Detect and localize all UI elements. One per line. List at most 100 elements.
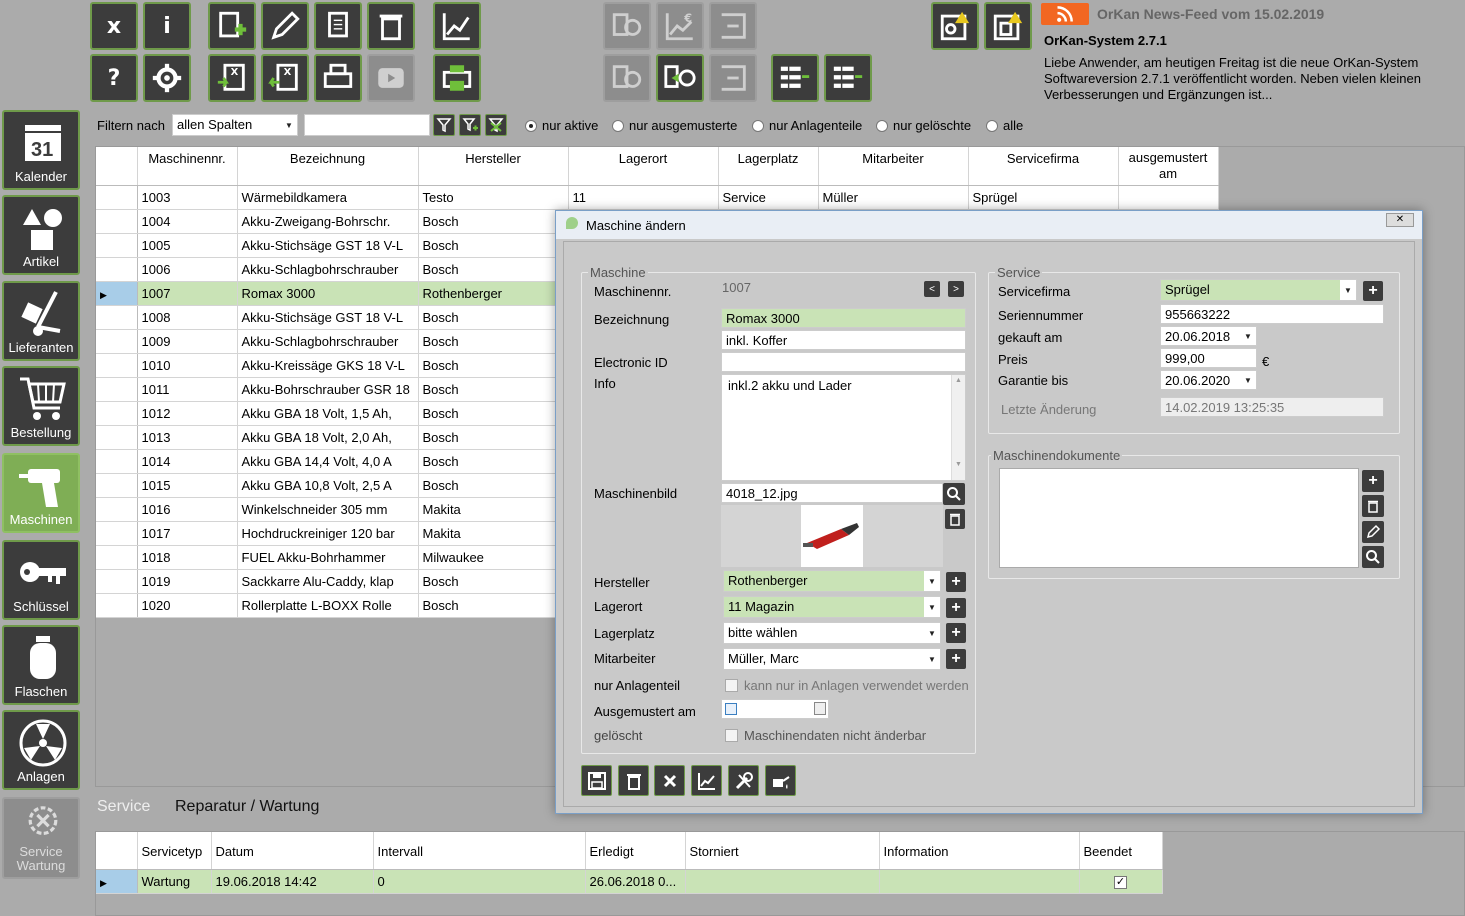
help-button[interactable]: ? xyxy=(90,54,138,102)
row-selector[interactable] xyxy=(96,377,138,402)
delete-machine-button[interactable] xyxy=(618,765,649,796)
bezeichnung-field[interactable]: Romax 3000 xyxy=(721,308,966,328)
calendar-picker-icon[interactable] xyxy=(814,702,826,715)
filter-add-icon[interactable] xyxy=(459,114,481,136)
transfer-button[interactable] xyxy=(709,2,757,50)
preis-field[interactable]: 999,00 xyxy=(1160,348,1257,368)
maschinenbild-field[interactable]: 4018_12.jpg xyxy=(721,483,943,503)
column-header[interactable]: Datum xyxy=(211,832,374,870)
tools-button[interactable] xyxy=(728,765,759,796)
video-button[interactable] xyxy=(367,54,415,102)
servicefirma-select[interactable]: Sprügel ▼ xyxy=(1160,279,1357,301)
table-row[interactable]: 1003 Wärmebildkamera Testo 11 Service Müller S… xyxy=(96,185,1219,210)
lagerplatz-select[interactable]: bitte wählen ▼ xyxy=(723,622,941,644)
column-header[interactable]: Lagerplatz xyxy=(718,147,819,186)
row-selector[interactable] xyxy=(96,305,138,330)
add-mitarbeiter-button[interactable]: + xyxy=(946,649,966,669)
radio-nur-geloeschte[interactable]: nur gelöschte xyxy=(876,118,971,133)
table-row[interactable]: ▶ Wartung 19.06.2018 14:42 0 26.06.2018 … xyxy=(96,869,1163,894)
row-selector[interactable] xyxy=(96,425,138,450)
row-selector[interactable] xyxy=(96,593,138,618)
scrollbar[interactable]: ▲ ▼ xyxy=(951,375,965,480)
filter-search-input[interactable] xyxy=(304,114,430,136)
row-selector[interactable] xyxy=(96,449,138,474)
column-header[interactable]: Beendet xyxy=(1079,832,1163,870)
row-selector[interactable]: ▶ xyxy=(96,281,138,306)
ausgemustert-date-field[interactable] xyxy=(721,699,829,719)
sidebar-item-kalender[interactable]: 31 Kalender xyxy=(2,110,80,190)
filter-column-select[interactable]: allen Spalten ▼ xyxy=(172,114,298,136)
sidebar-item-maschinen[interactable]: Maschinen xyxy=(2,453,80,533)
row-selector[interactable] xyxy=(96,185,138,210)
sidebar-item-anlagen[interactable]: Anlagen xyxy=(2,710,80,790)
sidebar-item-schluessel[interactable]: Schlüssel xyxy=(2,540,80,620)
row-selector[interactable] xyxy=(96,569,138,594)
calendar-settings-button[interactable] xyxy=(931,2,979,50)
radio-nur-ausgemusterte[interactable]: nur ausgemusterte xyxy=(612,118,737,133)
add-lagerort-button[interactable]: + xyxy=(946,598,966,618)
chart-button[interactable] xyxy=(433,2,481,50)
radio-alle[interactable]: alle xyxy=(986,118,1023,133)
beendet-checkbox[interactable]: ✓ xyxy=(1114,876,1127,889)
oil-service-button[interactable] xyxy=(765,765,796,796)
row-selector[interactable] xyxy=(96,209,138,234)
list-export-button[interactable] xyxy=(771,54,819,102)
column-header[interactable]: Maschinennr. xyxy=(137,147,238,186)
close-button[interactable]: x xyxy=(90,2,138,50)
rss-icon[interactable] xyxy=(1041,3,1089,25)
row-selector[interactable] xyxy=(96,545,138,570)
calendar-docs-button[interactable] xyxy=(984,2,1032,50)
column-header[interactable]: Bezeichnung xyxy=(237,147,419,186)
cancel-button[interactable] xyxy=(654,765,685,796)
column-header[interactable]: Erledigt xyxy=(585,832,686,870)
filter-clear-icon[interactable] xyxy=(485,114,507,136)
column-header[interactable]: Storniert xyxy=(685,832,880,870)
list-import-button[interactable] xyxy=(824,54,872,102)
mitarbeiter-select[interactable]: Müller, Marc ▼ xyxy=(723,648,941,670)
import-excel-button[interactable]: X xyxy=(261,54,309,102)
new-document-button[interactable] xyxy=(208,2,256,50)
info-textarea[interactable]: inkl.2 akku und Lader ▲ ▼ xyxy=(721,374,966,481)
web-import-button[interactable] xyxy=(603,54,651,102)
copy-button[interactable] xyxy=(314,2,362,50)
row-selector[interactable]: ▶ xyxy=(96,869,138,894)
sidebar-item-lieferanten[interactable]: Lieferanten xyxy=(2,281,80,361)
transfer-back-button[interactable] xyxy=(709,54,757,102)
bezeichnung2-field[interactable]: inkl. Koffer xyxy=(721,330,966,350)
view-document-button[interactable] xyxy=(1362,546,1384,568)
tab-reparatur-wartung[interactable]: Reparatur / Wartung xyxy=(175,798,319,816)
dialog-close-button[interactable]: ✕ xyxy=(1386,213,1414,227)
export-excel-button[interactable]: X xyxy=(208,54,256,102)
delete-button[interactable] xyxy=(367,2,415,50)
print-button[interactable] xyxy=(314,54,362,102)
row-selector[interactable] xyxy=(96,233,138,258)
documents-list[interactable] xyxy=(999,468,1359,568)
row-selector[interactable] xyxy=(96,257,138,282)
anlagenteil-checkbox[interactable] xyxy=(725,679,738,692)
row-selector[interactable] xyxy=(96,329,138,354)
delete-document-button[interactable] xyxy=(1362,495,1384,517)
column-header[interactable]: Lagerort xyxy=(568,147,719,186)
save-button[interactable] xyxy=(581,765,612,796)
garantie-bis-date[interactable]: 20.06.2020 ▼ xyxy=(1160,370,1257,390)
statistics-button[interactable] xyxy=(691,765,722,796)
settings-button[interactable] xyxy=(143,54,191,102)
row-selector[interactable] xyxy=(96,401,138,426)
row-selector[interactable] xyxy=(96,497,138,522)
geloescht-checkbox[interactable] xyxy=(725,729,738,742)
info-button[interactable]: i xyxy=(143,2,191,50)
next-record-button[interactable]: > xyxy=(948,281,964,297)
news-feed-title[interactable]: OrKan News-Feed vom 15.02.2019 xyxy=(1097,6,1324,22)
sidebar-item-bestellung[interactable]: Bestellung xyxy=(2,366,80,446)
radio-nur-anlagenteile[interactable]: nur Anlagenteile xyxy=(752,118,862,133)
lagerort-select[interactable]: 11 Magazin ▼ xyxy=(723,596,941,618)
add-hersteller-button[interactable]: + xyxy=(946,572,966,592)
radio-nur-aktive[interactable]: nur aktive xyxy=(525,118,598,133)
web-export-button[interactable] xyxy=(603,2,651,50)
electronic-id-field[interactable] xyxy=(721,352,966,372)
seriennummer-field[interactable]: 955663222 xyxy=(1160,304,1384,324)
table-print-button[interactable] xyxy=(433,54,481,102)
column-header[interactable]: Mitarbeiter xyxy=(818,147,969,186)
column-header[interactable]: Hersteller xyxy=(418,147,569,186)
column-header[interactable]: ausgemustert am xyxy=(1118,147,1219,186)
